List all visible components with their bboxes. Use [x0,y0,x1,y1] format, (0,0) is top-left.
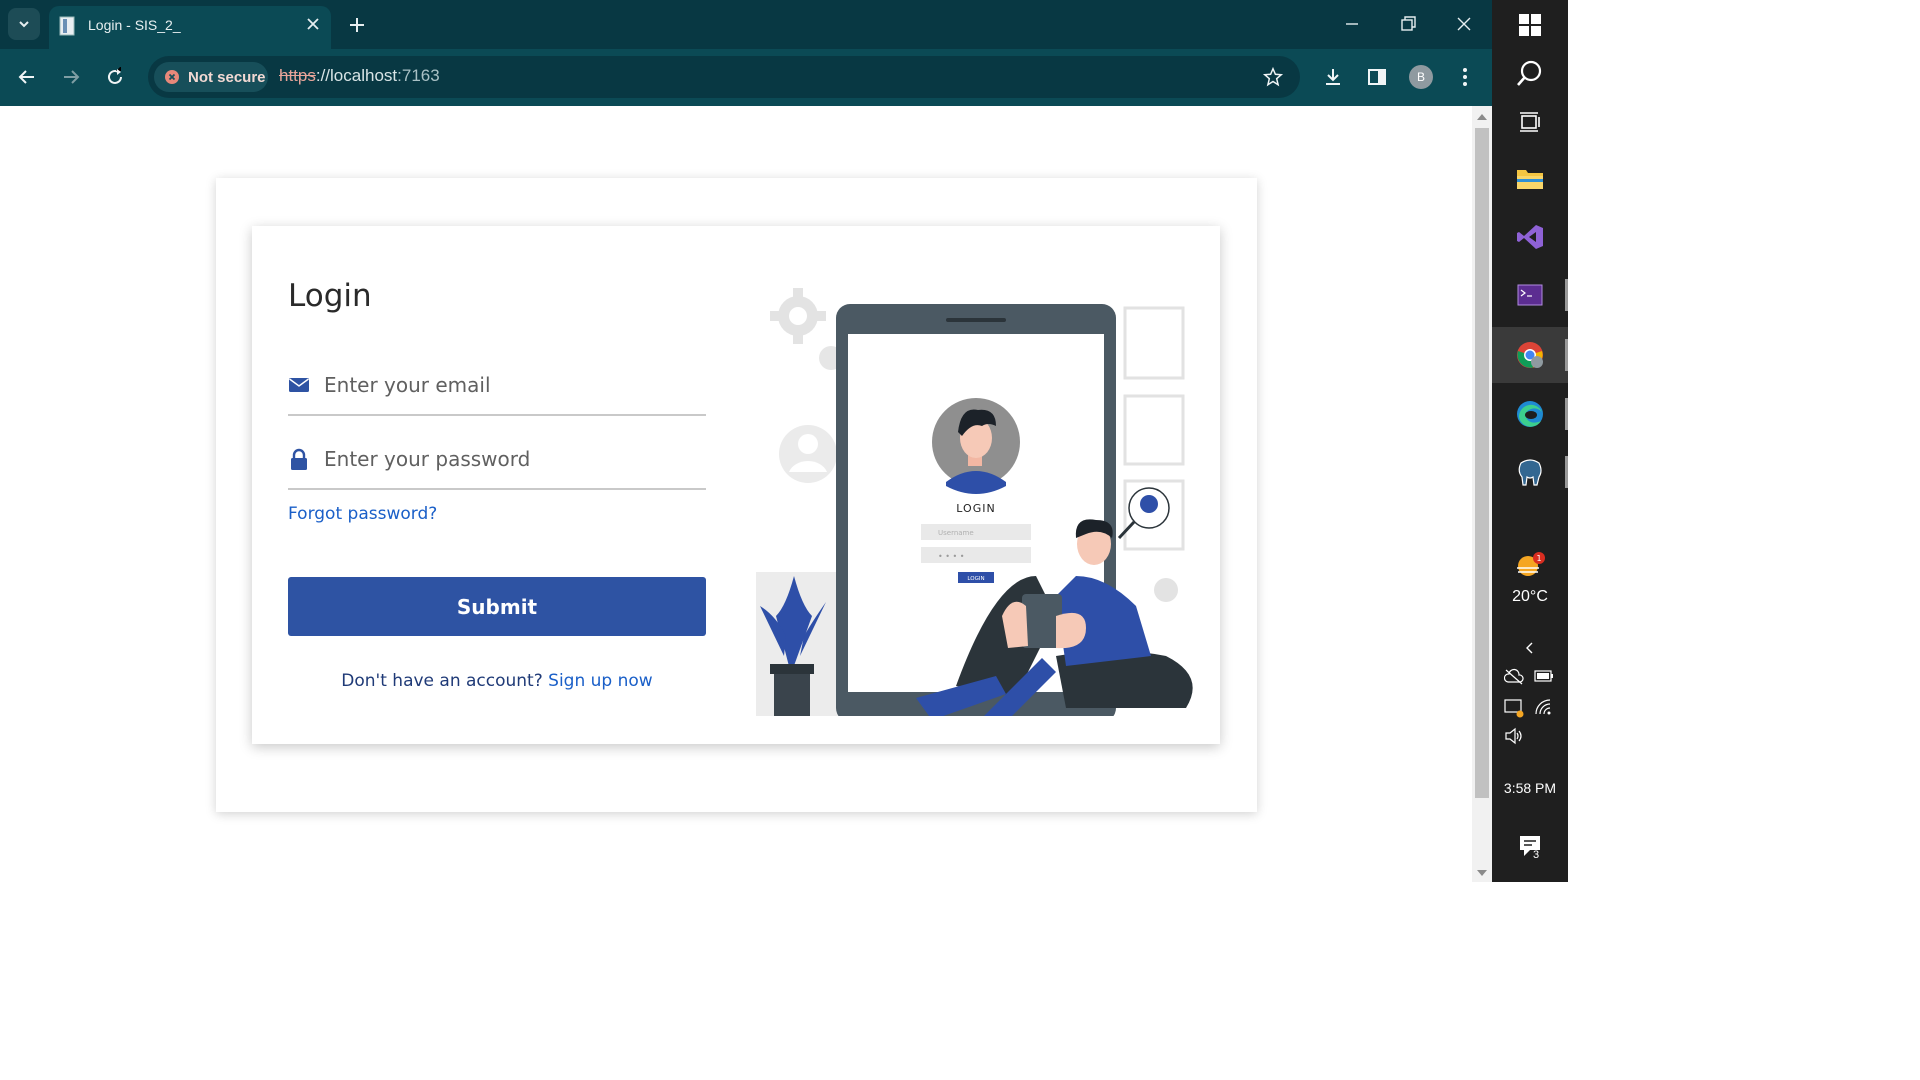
address-bar[interactable]: Not secure https://localhost:7163 [148,56,1300,98]
taskbar-edge[interactable] [1492,386,1568,442]
gear-icon [1154,578,1178,602]
chrome-icon [1517,342,1543,368]
folder-icon [1517,170,1543,189]
visual-studio-icon [1517,225,1543,249]
running-indicator [1565,279,1568,311]
taskbar-clock[interactable]: 3:58 PM [1492,780,1568,796]
edge-icon [1517,401,1543,427]
email-input[interactable] [324,368,694,402]
gear-icon [770,288,826,344]
page-viewport: Login Forgot password? Submit Don't have… [0,106,1492,882]
new-tab-icon[interactable] [346,14,368,36]
running-indicator [1565,339,1568,371]
search-icon [1517,60,1542,86]
close-tab-icon[interactable] [305,16,321,32]
scroll-up-arrow[interactable] [1477,114,1487,120]
taskbar-postgres[interactable] [1492,444,1568,500]
arrow-left-icon [18,70,34,84]
taskbar-visual-studio[interactable] [1492,209,1568,265]
illustration-username: Username [938,529,974,537]
reload-icon [108,67,122,84]
task-view-button[interactable] [1492,94,1568,150]
vertical-scrollbar[interactable] [1472,106,1492,882]
warning-circle-icon [165,70,179,84]
taskbar-terminal[interactable] [1492,267,1568,323]
user-avatar-icon [779,425,837,483]
profile-avatar[interactable]: B [1409,65,1433,89]
browser-menu-button[interactable] [1450,62,1480,92]
minimize-icon[interactable] [1340,12,1364,36]
tab-search-button[interactable] [8,8,40,40]
download-icon [1326,69,1340,85]
more-vertical-icon [1463,68,1467,86]
bookmark-star-icon[interactable] [1262,66,1284,88]
scrollbar-thumb[interactable] [1475,128,1489,798]
url-separator: :// [315,66,331,85]
url-host: localhost [330,66,398,85]
show-hidden-icons-button[interactable] [1492,630,1568,666]
login-card: Login Forgot password? Submit Don't have… [252,226,1220,744]
forward-button[interactable] [56,62,86,92]
submit-button[interactable]: Submit [288,577,706,636]
illustration-login-button: LOGIN [967,576,984,582]
email-field [288,344,706,416]
envelope-icon [289,378,309,392]
taskbar-file-explorer[interactable] [1492,151,1568,207]
elephant-icon [1518,459,1542,486]
weather-temperature: 20°C [1512,588,1548,605]
back-button[interactable] [12,62,42,92]
lock-icon [291,448,307,470]
password-input[interactable] [324,442,694,476]
navigation-bar: Not secure https://localhost:7163 B [0,49,1492,106]
terminal-icon [1517,284,1543,306]
url-text[interactable]: https://localhost:7163 [279,66,440,86]
weather-widget[interactable]: 1 [1492,544,1568,588]
login-illustration: LOGIN Username • • • • LOGIN [756,288,1193,716]
cloud-offline-icon[interactable] [1504,668,1524,686]
windows-logo-icon [1519,14,1541,36]
signup-prompt: Don't have an account? Sign up now [288,671,706,691]
weather-badge-count: 1 [1536,554,1541,563]
url-port: :7163 [397,66,440,85]
security-label: Not secure [188,68,266,86]
tab-title: Login - SIS_2_ [88,17,181,33]
taskbar-chrome[interactable] [1492,327,1568,383]
illustration-password: • • • • [938,552,965,561]
battery-icon[interactable] [1534,668,1554,684]
running-indicator [1565,398,1568,430]
forgot-password-link[interactable]: Forgot password? [288,504,437,524]
network-icon[interactable] [1504,698,1524,718]
windows-taskbar: 1 20°C 3:58 PM [1492,0,1568,882]
security-chip[interactable]: Not secure [154,62,268,92]
browser-chrome: Login - SIS_2_ Not secure https://localh… [0,0,1492,106]
restore-icon[interactable] [1396,12,1420,36]
scroll-down-arrow[interactable] [1477,870,1487,876]
illustration-screen-title: LOGIN [956,502,995,515]
search-button[interactable] [1492,45,1568,101]
volume-icon[interactable] [1504,726,1524,746]
side-panel-button[interactable] [1362,62,1392,92]
reload-button[interactable] [100,62,130,92]
notification-count: 3 [1533,849,1540,861]
arrow-right-icon [64,70,80,84]
tab-bar: Login - SIS_2_ [0,0,1492,49]
page-title: Login [288,278,372,314]
chevron-down-icon [19,21,29,28]
wifi-icon[interactable] [1534,698,1554,718]
signup-link[interactable]: Sign up now [548,671,653,691]
running-indicator [1565,456,1568,488]
task-view-icon [1520,112,1540,132]
password-field [288,418,706,490]
downloads-button[interactable] [1318,62,1348,92]
signup-prompt-text: Don't have an account? [341,671,543,691]
page-favicon-icon [59,16,75,36]
side-panel-icon [1368,69,1386,85]
tab-active[interactable]: Login - SIS_2_ [49,6,331,49]
weather-sun-icon: 1 [1517,552,1545,576]
chevron-left-icon [1526,642,1533,654]
url-scheme: https [279,66,316,85]
close-window-icon[interactable] [1452,12,1476,36]
